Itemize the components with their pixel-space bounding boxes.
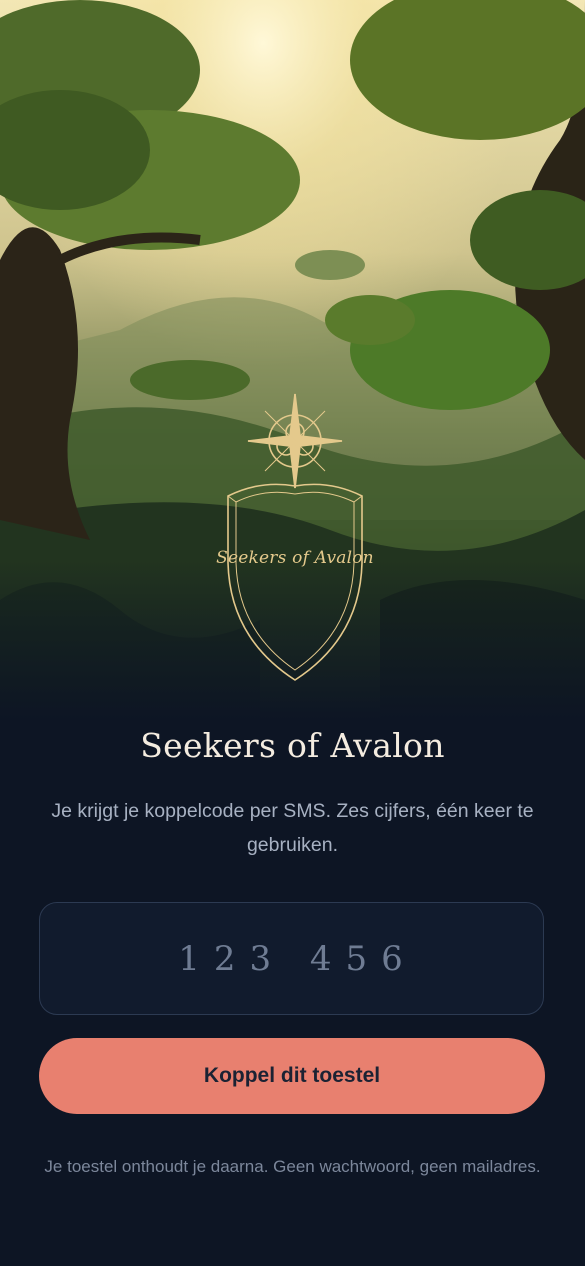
hero-illustration: Seekers of Avalon — [0, 0, 585, 720]
instruction-text: Je krijgt je koppelcode per SMS. Zes cij… — [51, 800, 534, 856]
emblem-shield: Seekers of Avalon — [210, 388, 380, 688]
emblem-label: Seekers of Avalon — [216, 548, 374, 568]
compass-rose-icon — [227, 393, 363, 681]
pairing-code-input[interactable] — [40, 903, 543, 1014]
footnote-text: Je toestel onthoudt je daarna. Geen wach… — [44, 1157, 541, 1176]
page-title: Seekers of Avalon — [140, 726, 445, 765]
pair-device-button[interactable]: Koppel dit toestel — [39, 1038, 545, 1114]
pairing-code-field[interactable] — [39, 902, 544, 1015]
